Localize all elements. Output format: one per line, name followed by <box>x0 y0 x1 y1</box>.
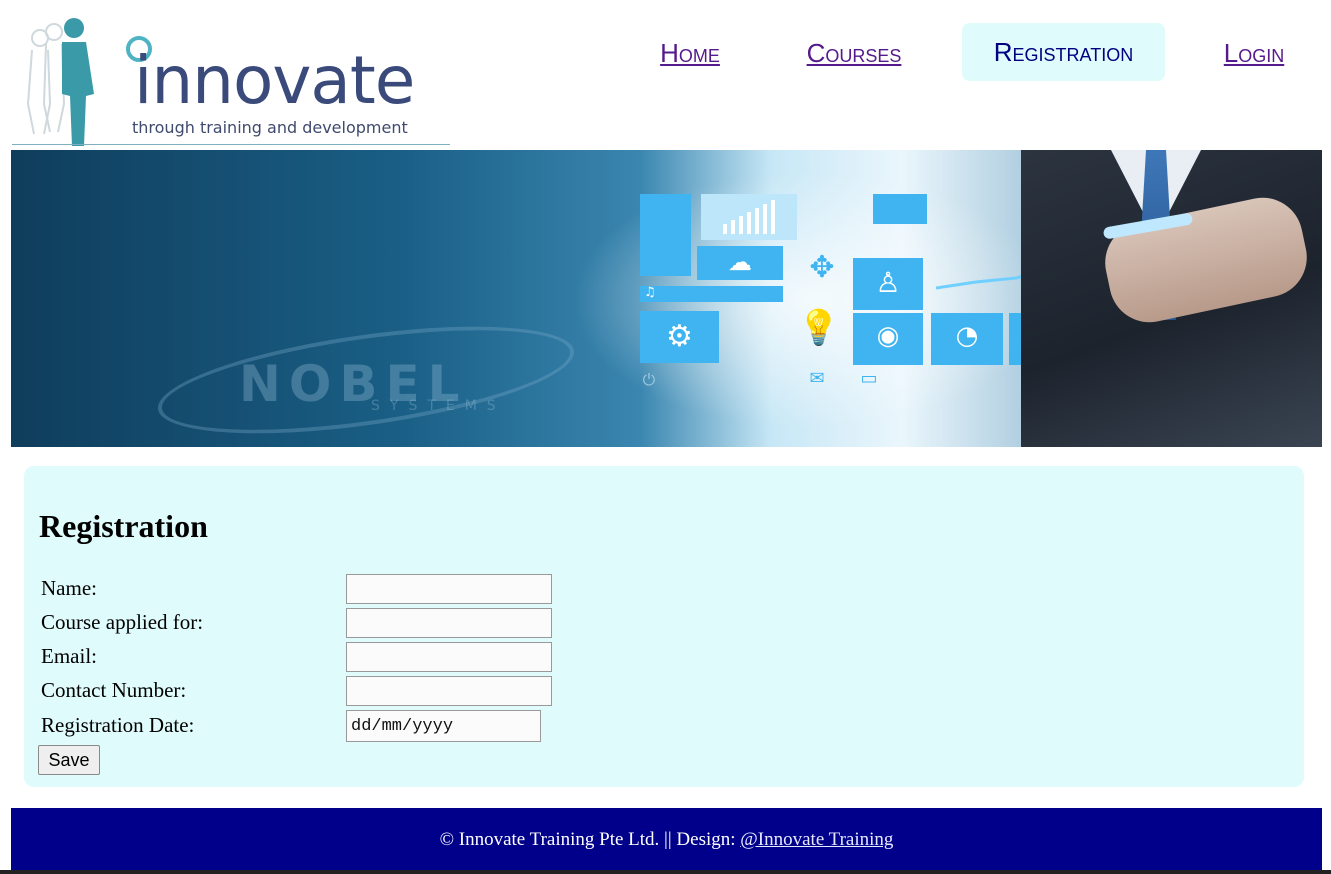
nav-login[interactable]: Login <box>1204 24 1304 82</box>
innovate-logo[interactable]: innovate through training and developmen… <box>12 14 452 148</box>
contact-number-input[interactable] <box>346 676 552 706</box>
email-input[interactable] <box>346 642 552 672</box>
cloud-icon: ☁ <box>728 248 752 276</box>
logo-divider <box>12 144 450 145</box>
chart-tile <box>873 194 927 224</box>
email-label: Email: <box>41 644 97 668</box>
logo-tagline: through training and development <box>132 118 408 137</box>
site-header: innovate through training and developmen… <box>0 0 1331 150</box>
music-bar-tile: ♫ <box>640 285 783 302</box>
name-label: Name: <box>41 576 97 600</box>
hero-banner: NOBEL SYSTEMS ☁ ♫ ⚙ ♙ ◉ ◔ 💡 ✥ ✉ ▭ ⏻ <box>11 150 1322 447</box>
nav-courses[interactable]: Courses <box>786 24 922 82</box>
bar-chart-icon <box>723 200 775 234</box>
monitor-icon: ▭ <box>860 368 878 389</box>
person-tile: ♙ <box>853 258 923 310</box>
site-footer: © Innovate Training Pte Ltd. || Design: … <box>11 808 1322 870</box>
page-bottom-edge <box>0 870 1331 874</box>
music-icon: ♫ <box>644 285 656 300</box>
registration-date-label: Registration Date: <box>41 713 195 737</box>
name-input[interactable] <box>346 574 552 604</box>
save-button[interactable]: Save <box>38 745 100 775</box>
signal-tile <box>640 194 691 276</box>
footer-copyright: © Innovate Training Pte Ltd. || Design: <box>439 829 741 850</box>
course-input[interactable] <box>346 608 552 638</box>
registration-date-input[interactable]: dd/mm/yyyy <box>346 710 541 742</box>
nav-registration[interactable]: Registration <box>962 23 1165 81</box>
profile-tile: ◉ <box>853 313 923 365</box>
profile-icon: ◉ <box>876 321 900 351</box>
mail-icon: ✉ <box>809 368 825 389</box>
nav-home[interactable]: Home <box>640 24 740 82</box>
banner-watermark-sub: SYSTEMS <box>371 398 506 414</box>
power-icon: ⏻ <box>642 370 656 389</box>
puzzle-icon: ✥ <box>809 250 835 285</box>
gears-tile: ⚙ <box>640 311 719 363</box>
pie-chart-icon: ◔ <box>955 321 979 351</box>
page-title: Registration <box>39 508 208 544</box>
user-icon: ♙ <box>875 266 901 299</box>
lightbulb-icon: 💡 <box>797 308 841 348</box>
contact-number-label: Contact Number: <box>41 678 187 702</box>
logo-wordmark: innovate <box>134 42 415 119</box>
footer-design-link[interactable]: @Innovate Training <box>740 829 893 850</box>
pie-tile: ◔ <box>931 313 1003 365</box>
registration-panel: Registration Name: Course applied for: E… <box>24 466 1304 787</box>
cloud-tile: ☁ <box>697 246 783 280</box>
course-label: Course applied for: <box>41 610 204 634</box>
people-icon <box>26 18 94 146</box>
bar-chart-tile <box>701 194 797 240</box>
gears-icon: ⚙ <box>666 319 693 354</box>
